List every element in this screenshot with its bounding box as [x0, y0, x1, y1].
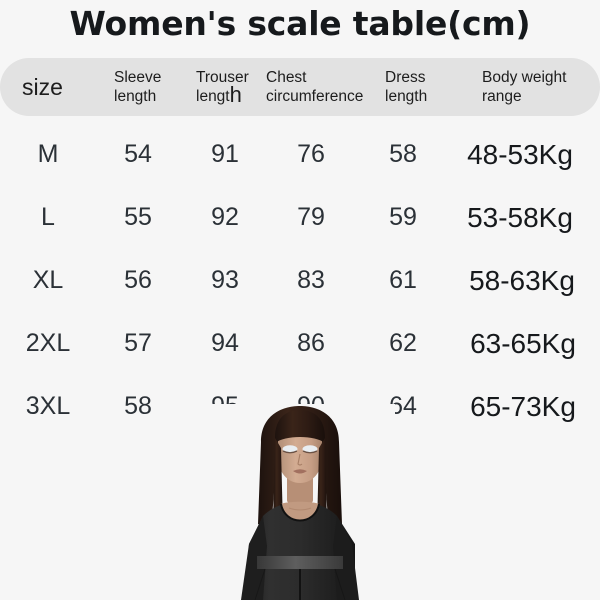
- column-header-sleeve-line2: length: [114, 88, 157, 105]
- cell-weight: 63-65Kg: [470, 327, 576, 359]
- column-header-sleeve-length: Sleeve length: [114, 58, 192, 116]
- cell-chest: 86: [297, 329, 325, 357]
- cell-weight: 58-63Kg: [469, 264, 575, 296]
- cell-weight: 65-73Kg: [470, 390, 576, 422]
- size-chart-root: Women's scale table(cm) size Sleeve leng…: [0, 0, 600, 600]
- table-row: M 54 91 76 58 48-53Kg: [0, 123, 600, 186]
- cell-weight: 48-53Kg: [467, 138, 573, 170]
- column-header-size: size: [22, 58, 102, 116]
- cell-chest: 76: [297, 140, 325, 168]
- cell-dress: 62: [389, 329, 417, 357]
- cell-sleeve: 54: [124, 140, 152, 168]
- column-header-trouser-length: Trouser length: [196, 58, 276, 116]
- cell-chest: 79: [297, 203, 325, 231]
- column-header-chest-circumference: Chest circumference: [266, 58, 386, 116]
- cell-trouser: 92: [211, 203, 239, 231]
- cell-dress: 61: [389, 266, 417, 294]
- cell-sleeve: 55: [124, 203, 152, 231]
- cell-trouser: 91: [211, 140, 239, 168]
- cell-chest: 83: [297, 266, 325, 294]
- cell-weight: 53-58Kg: [467, 201, 573, 233]
- column-header-chest-line2: circumference: [266, 88, 364, 105]
- column-header-trouser-tail-glyph: h: [229, 82, 242, 107]
- cell-dress: 58: [389, 140, 417, 168]
- column-header-chest-line1: Chest: [266, 69, 307, 86]
- column-header-size-label: size: [22, 74, 63, 100]
- column-header-dress-line1: Dress: [385, 69, 426, 86]
- cell-trouser: 93: [211, 266, 239, 294]
- cell-dress: 59: [389, 203, 417, 231]
- waistband: [257, 556, 343, 569]
- cell-size: L: [41, 203, 55, 231]
- table-row: XL 56 93 83 61 58-63Kg: [0, 249, 600, 312]
- column-header-weight-line2: range: [482, 88, 522, 105]
- table-row: L 55 92 79 59 53-58Kg: [0, 186, 600, 249]
- cell-size: XL: [32, 266, 64, 294]
- cell-sleeve: 57: [124, 329, 152, 357]
- cell-size: 2XL: [25, 329, 71, 357]
- cell-sleeve: 58: [124, 392, 152, 420]
- cell-size: M: [37, 140, 59, 168]
- table-row: 2XL 57 94 86 62 63-65Kg: [0, 312, 600, 375]
- column-header-sleeve-line1: Sleeve: [114, 69, 162, 86]
- column-header-dress-line2: length: [385, 88, 428, 105]
- column-header-trouser-line2: length: [196, 82, 242, 107]
- cell-trouser: 94: [211, 329, 239, 357]
- cell-size: 3XL: [25, 392, 71, 420]
- column-header-weight-line1: Body weight: [482, 69, 567, 86]
- column-header-dress-length: Dress length: [385, 58, 459, 116]
- page-title: Women's scale table(cm): [69, 4, 531, 43]
- model-photo: [205, 404, 395, 600]
- column-header-body-weight-range: Body weight range: [482, 58, 592, 116]
- cell-sleeve: 56: [124, 266, 152, 294]
